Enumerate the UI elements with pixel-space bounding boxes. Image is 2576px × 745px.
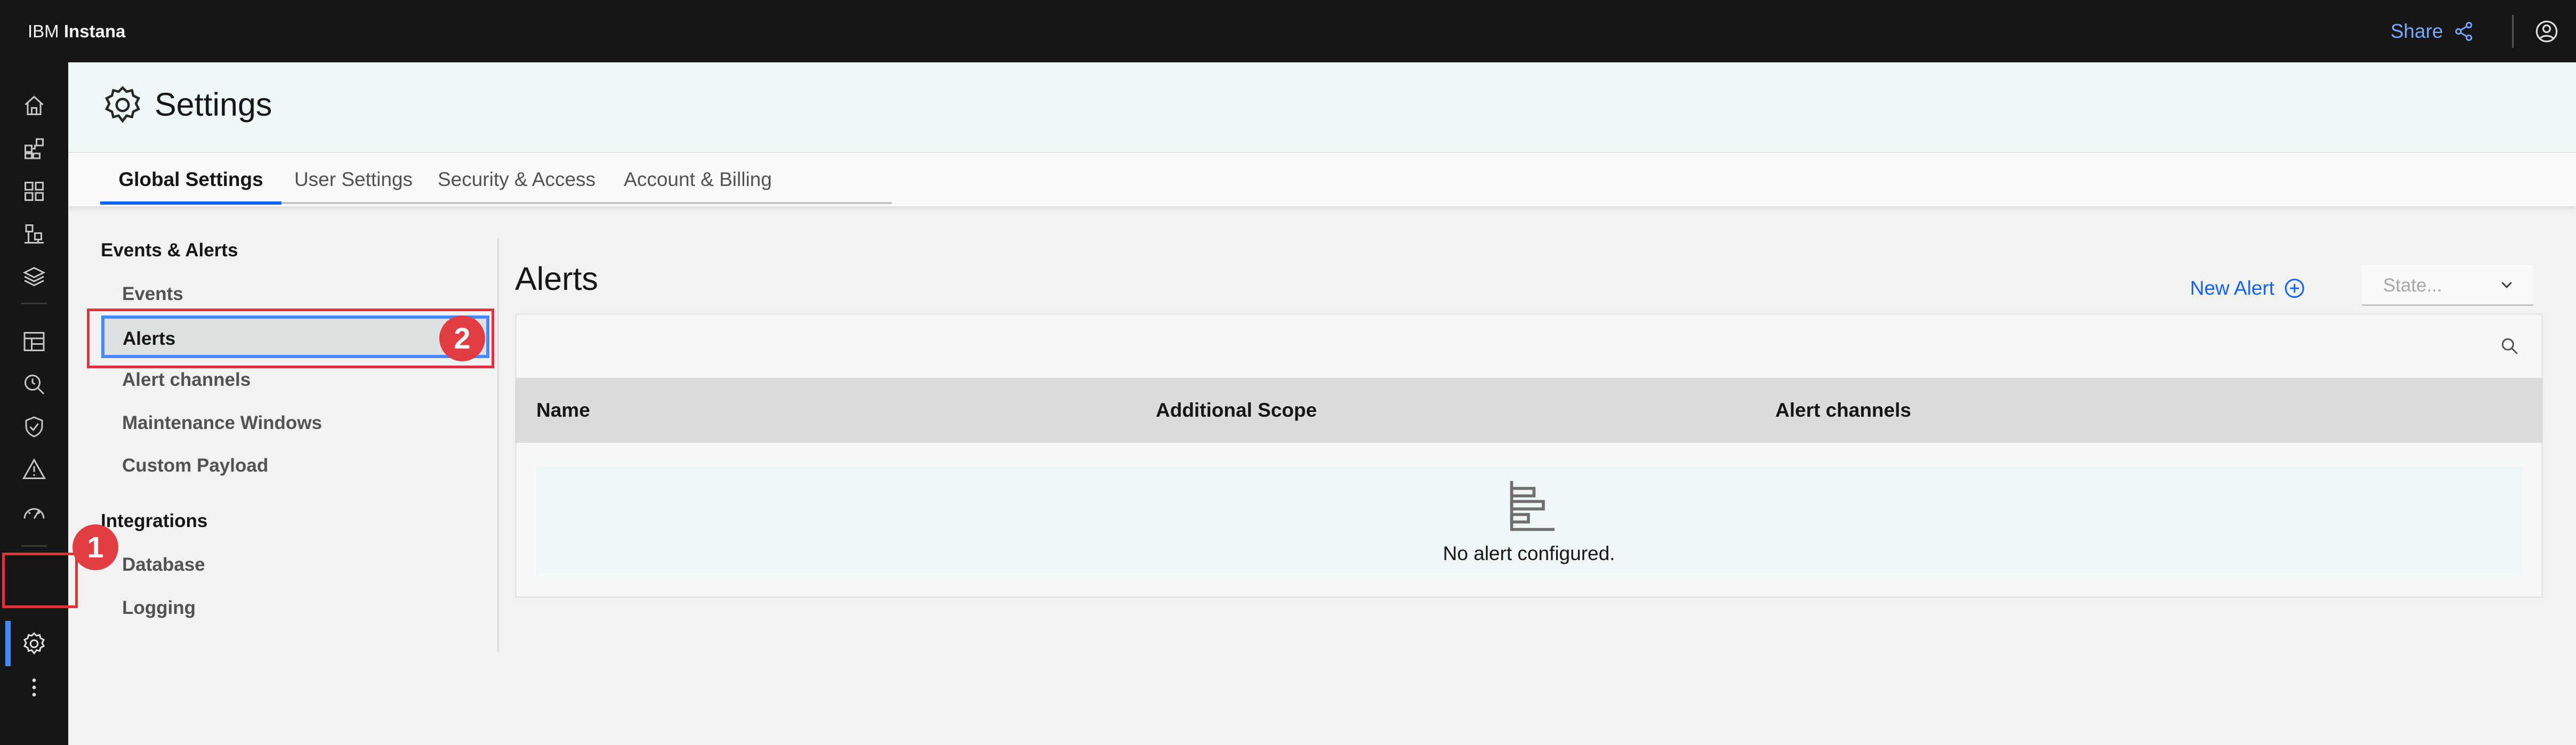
analyze-icon[interactable] [18, 368, 50, 400]
add-circle-icon [2285, 278, 2305, 298]
menu-item-custom-payload[interactable]: Custom Payload [122, 455, 268, 476]
new-alert-label: New Alert [2190, 277, 2275, 299]
column-header-alert-channels[interactable]: Alert channels [1775, 378, 1911, 443]
menu-item-alert-channels[interactable]: Alert channels [122, 369, 251, 391]
table-search-button[interactable] [2495, 331, 2525, 361]
dashboard-icon[interactable] [18, 326, 50, 358]
infrastructure-icon[interactable] [18, 218, 50, 250]
side-navigation [0, 62, 68, 745]
callout-badge-2: 2 [439, 315, 485, 361]
share-label: Share [2390, 20, 2443, 42]
callout-highlight-alerts [87, 309, 494, 368]
state-dropdown[interactable]: State... [2362, 265, 2533, 306]
menu-section-events-alerts: Events & Alerts [101, 240, 238, 261]
empty-message: No alert configured. [1443, 542, 1615, 564]
active-nav-indicator [5, 621, 11, 666]
menu-item-database[interactable]: Database [122, 554, 205, 576]
table-header: Name Additional Scope Alert channels [515, 378, 2543, 443]
settings-tabs: Global Settings User Settings Security &… [68, 153, 2576, 206]
settings-gear-icon [104, 86, 141, 123]
alerts-title: Alerts [515, 261, 598, 297]
nav-divider [21, 303, 47, 304]
settings-menu: Events & Alerts Events Alerts Alert chan… [68, 234, 497, 653]
column-header-additional-scope[interactable]: Additional Scope [1156, 378, 1317, 443]
brand-prefix: IBM [28, 21, 59, 41]
top-bar: IBM Instana Share [0, 0, 2576, 62]
tab-user-settings[interactable]: User Settings [287, 153, 420, 206]
home-icon[interactable] [18, 90, 50, 122]
new-alert-button[interactable]: New Alert [2190, 273, 2306, 303]
empty-state: No alert configured. [536, 466, 2522, 573]
menu-item-events[interactable]: Events [122, 284, 183, 305]
brand-name: Instana [63, 21, 126, 41]
tab-security-access[interactable]: Security & Access [429, 153, 605, 206]
application-icon[interactable] [18, 133, 50, 165]
topbar-divider [2512, 15, 2514, 48]
alert-warning-icon[interactable] [18, 454, 50, 485]
share-icon [2455, 21, 2472, 41]
search-icon [2501, 338, 2518, 354]
layers-icon[interactable] [18, 261, 50, 293]
callout-highlight-settings [2, 553, 78, 608]
callout-badge-1: 1 [73, 524, 118, 570]
state-placeholder: State... [2383, 275, 2442, 296]
page-header: Settings [68, 62, 2576, 153]
empty-chart-icon [1510, 481, 1555, 531]
page-title: Settings [155, 86, 272, 123]
nav-divider [21, 545, 47, 547]
menu-item-maintenance-windows[interactable]: Maintenance Windows [122, 412, 322, 434]
more-icon[interactable] [18, 671, 50, 703]
security-icon[interactable] [18, 411, 50, 443]
menu-divider [497, 239, 499, 652]
column-header-name[interactable]: Name [536, 378, 590, 443]
platform-icon[interactable] [18, 175, 50, 207]
brand-logo[interactable]: IBM Instana [28, 0, 125, 62]
performance-icon[interactable] [18, 496, 50, 528]
menu-item-logging[interactable]: Logging [122, 597, 196, 619]
menu-section-integrations: Integrations [101, 511, 208, 531]
share-button[interactable]: Share [2390, 16, 2475, 46]
user-avatar-icon [2535, 20, 2557, 42]
user-profile-button[interactable] [2531, 16, 2562, 46]
tab-global-settings[interactable]: Global Settings [100, 153, 281, 206]
chevron-down-icon [2501, 281, 2512, 288]
settings-icon[interactable] [18, 628, 50, 660]
tab-account-billing[interactable]: Account & Billing [612, 153, 784, 206]
